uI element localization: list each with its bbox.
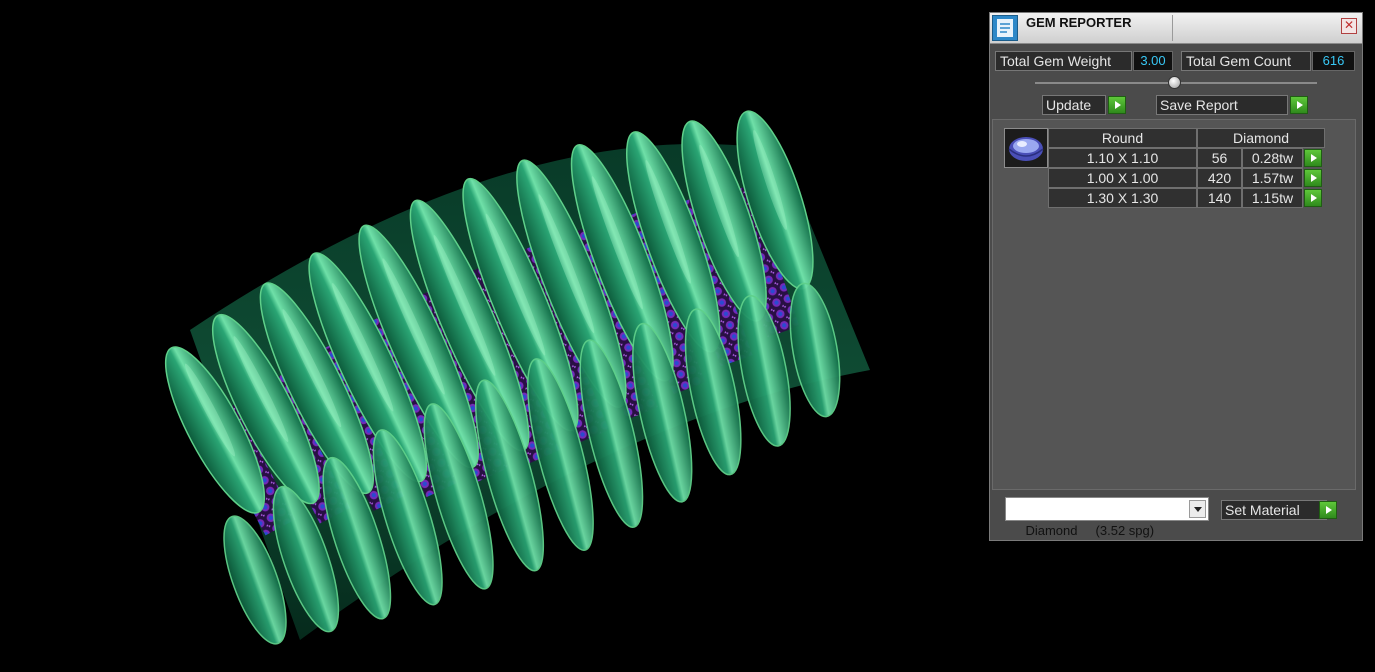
gem-row-weight: 0.28tw [1242, 148, 1303, 168]
save-report-button[interactable]: Save Report [1156, 95, 1288, 115]
total-gem-count-label: Total Gem Count [1181, 51, 1311, 71]
gem-shape-header: Round [1048, 128, 1197, 148]
gem-row-size: 1.10 X 1.10 [1048, 148, 1197, 168]
gem-row-size: 1.30 X 1.30 [1048, 188, 1197, 208]
3d-viewport[interactable] [0, 0, 985, 672]
gem-row-size: 1.00 X 1.00 [1048, 168, 1197, 188]
slider-handle[interactable] [1168, 76, 1181, 89]
gem-row-go-icon[interactable] [1304, 189, 1322, 207]
gem-row-count: 56 [1197, 148, 1242, 168]
gem-row-go-icon[interactable] [1304, 149, 1322, 167]
gem-row-count: 420 [1197, 168, 1242, 188]
title-bar[interactable]: GEM REPORTER ✕ [990, 13, 1362, 44]
gem-reporter-panel: GEM REPORTER ✕ Total Gem Weight 3.00 Tot… [989, 12, 1363, 541]
gem-row-weight: 1.57tw [1242, 168, 1303, 188]
total-gem-weight-value: 3.00 [1133, 51, 1173, 71]
gem-material-header: Diamond [1197, 128, 1325, 148]
close-icon[interactable]: ✕ [1341, 18, 1357, 34]
gem-reporter-app-icon [992, 15, 1018, 41]
update-go-icon[interactable] [1108, 96, 1126, 114]
title-divider [1172, 15, 1173, 41]
total-gem-weight-label: Total Gem Weight [995, 51, 1132, 71]
round-diamond-icon [1004, 128, 1048, 168]
set-material-button[interactable]: Set Material [1221, 500, 1327, 520]
gem-row-weight: 1.15tw [1242, 188, 1303, 208]
panel-title: GEM REPORTER [1026, 15, 1132, 30]
gem-report-area: Round Diamond 1.10 X 1.10 56 0.28tw 1.00… [992, 119, 1356, 490]
gem-row-count: 140 [1197, 188, 1242, 208]
set-material-go-icon[interactable] [1319, 501, 1337, 519]
ring-model-render [164, 110, 870, 645]
chevron-down-icon[interactable] [1189, 500, 1206, 518]
material-dropdown-value: Diamond (3.52 spg) [1025, 523, 1155, 538]
total-gem-count-value: 616 [1312, 51, 1355, 71]
save-report-go-icon[interactable] [1290, 96, 1308, 114]
update-button[interactable]: Update [1042, 95, 1106, 115]
gem-row-go-icon[interactable] [1304, 169, 1322, 187]
material-dropdown[interactable]: Diamond (3.52 spg) [1005, 497, 1209, 538]
